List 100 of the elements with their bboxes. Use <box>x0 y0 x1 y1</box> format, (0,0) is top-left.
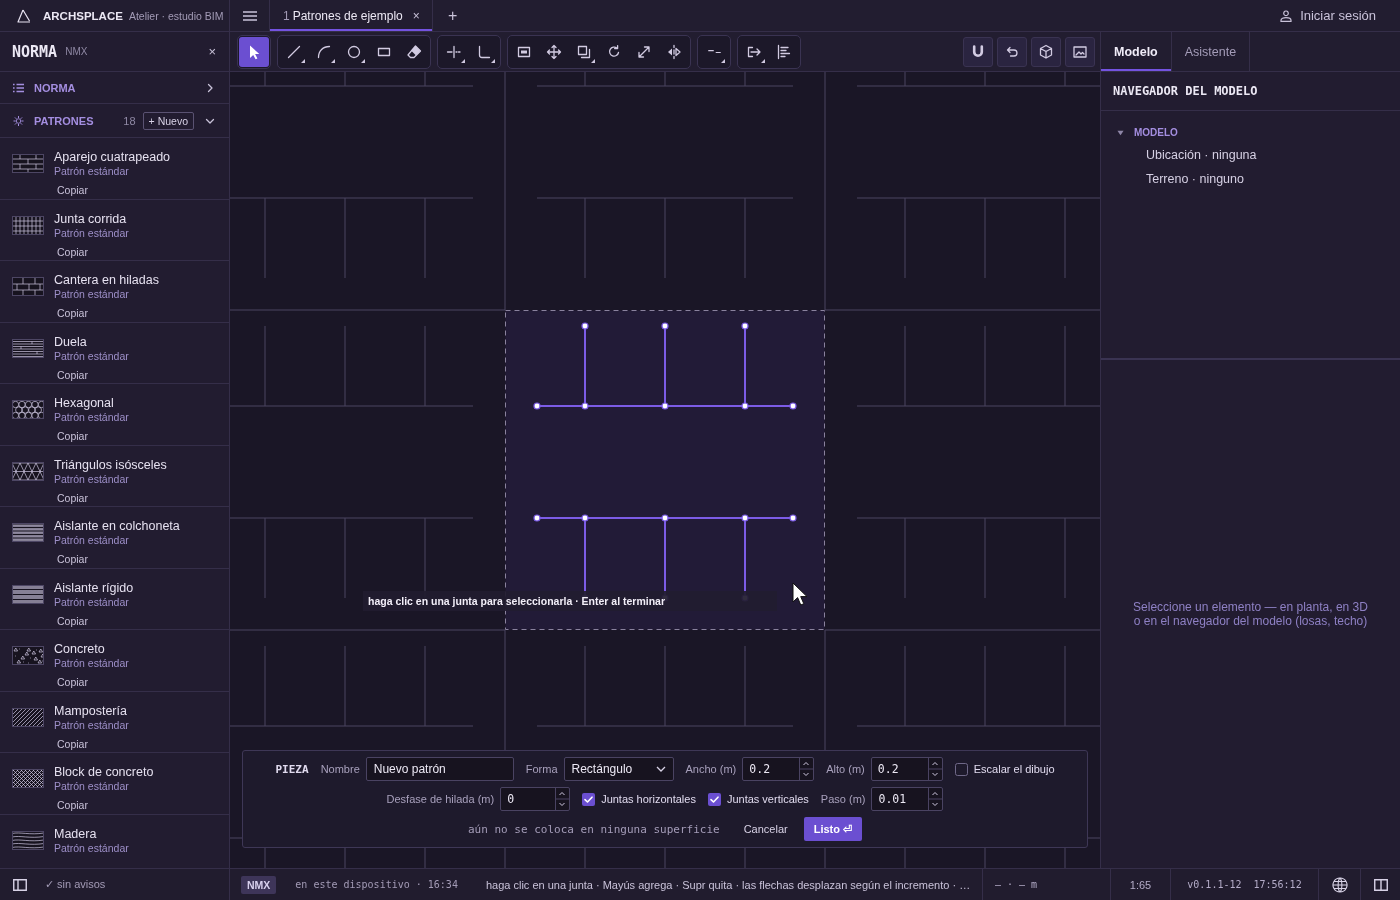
clock-label: 17:56:12 <box>1253 879 1302 890</box>
pattern-subtitle: Patrón estándar <box>54 226 129 240</box>
pattern-name[interactable]: Block de concreto <box>54 765 154 780</box>
checkbox-label: Escalar el dibujo <box>973 763 1055 775</box>
placement-status: aún no se coloca en ninguna superficie <box>467 822 720 836</box>
eraser-icon <box>406 43 422 60</box>
selected-tile[interactable] <box>505 310 825 630</box>
stepper-icon[interactable] <box>799 758 814 780</box>
new-pattern-button[interactable]: + Nuevo <box>142 111 194 130</box>
select-field[interactable]: Rectángulo <box>563 757 674 781</box>
field-label: Ancho (m) <box>685 763 737 775</box>
sign-in-button[interactable]: Iniciar sesión <box>1280 0 1376 31</box>
tree-item[interactable]: Ubicación · ninguna <box>1146 148 1257 162</box>
copy-button[interactable]: Copiar <box>54 736 91 751</box>
pattern-swatch-icon <box>12 769 44 788</box>
copy-button[interactable]: Copiar <box>54 244 91 259</box>
tree-node-label[interactable]: MODELO <box>1134 126 1178 138</box>
stepper-icon[interactable] <box>555 788 570 810</box>
field-label: Alto (m) <box>826 763 865 775</box>
pattern-name[interactable]: Aparejo cuatrapeado <box>54 150 171 165</box>
view-button[interactable] <box>997 36 1027 67</box>
pattern-name[interactable]: Duela <box>54 334 87 350</box>
rotate-icon <box>606 43 622 60</box>
pattern-subtitle: Patrón estándar <box>54 349 129 363</box>
pattern-subtitle: Patrón estándar <box>54 165 129 178</box>
user-icon <box>1280 9 1293 22</box>
pattern-name[interactable]: Junta corrida <box>54 211 127 227</box>
checkbox-label: Juntas verticales <box>726 793 809 805</box>
warnings-status: ✓ sin avisos <box>45 878 106 891</box>
brand-subtitle: Atelier · estudio BIM <box>128 9 224 22</box>
caret-icon[interactable] <box>1117 128 1124 136</box>
pattern-subtitle: Patrón estándar <box>54 472 129 486</box>
copy-button[interactable]: Copiar <box>54 552 91 566</box>
globe-icon[interactable] <box>1331 876 1348 893</box>
copy-button[interactable]: Copiar <box>54 183 91 197</box>
pattern-name[interactable]: Madera <box>54 826 97 842</box>
stepper-icon[interactable] <box>928 788 943 810</box>
panel-tab[interactable]: Modelo <box>1101 32 1172 71</box>
stepper-icon[interactable] <box>927 758 942 780</box>
pattern-name[interactable]: Cantera en hiladas <box>54 273 159 288</box>
view-button[interactable] <box>1065 36 1095 67</box>
checkbox-label: Juntas horizontales <box>601 793 696 805</box>
pattern-swatch-icon <box>12 584 44 604</box>
checkbox[interactable] <box>954 762 968 776</box>
pattern-name[interactable]: Concreto <box>54 642 105 657</box>
corner-icon <box>476 43 492 60</box>
panel-tab[interactable]: Asistente <box>1171 32 1251 71</box>
pattern-swatch-icon <box>12 277 44 296</box>
number-field[interactable]: 0.2 <box>870 757 943 781</box>
line-icon <box>286 43 302 60</box>
number-field[interactable]: 0.01 <box>871 787 944 811</box>
copy-button[interactable]: Copiar <box>54 675 91 689</box>
checkbox[interactable] <box>707 792 721 806</box>
pattern-subtitle: Patrón estándar <box>54 657 129 670</box>
number-field[interactable]: 0 <box>500 787 571 811</box>
standard-badge: NMX <box>241 875 277 894</box>
cursor-icon <box>792 582 808 607</box>
pattern-name[interactable]: Triángulos isósceles <box>54 457 167 473</box>
cancel-button[interactable]: Cancelar <box>739 817 792 841</box>
confirm-button[interactable]: Listo ⏎ <box>803 817 862 841</box>
text-field[interactable]: Nuevo patrón <box>365 757 514 781</box>
copy-button[interactable]: Copiar <box>54 613 91 628</box>
split-panel-icon[interactable] <box>1373 878 1388 891</box>
align-left-icon <box>776 43 792 60</box>
version-label: v0.1.1-12 <box>1187 879 1242 890</box>
close-button[interactable]: × <box>208 44 216 59</box>
close-tab-button[interactable]: × <box>412 8 420 23</box>
copy-button[interactable]: Copiar <box>54 490 91 505</box>
copy-button[interactable]: Copiar <box>54 429 91 443</box>
section-title[interactable]: PATRONES <box>34 114 94 127</box>
section-title[interactable]: NORMA <box>34 81 76 94</box>
pattern-name[interactable]: Mampostería <box>54 703 127 719</box>
tree-item[interactable]: Terreno · ninguno <box>1146 172 1244 186</box>
view-button[interactable] <box>1031 36 1061 67</box>
side-panel-icon[interactable] <box>13 878 27 891</box>
save-status: en este dispositivo · 16:34 <box>295 879 458 890</box>
move-arrows-icon <box>546 43 562 60</box>
cube-icon <box>1038 43 1054 60</box>
standard-code: NMX <box>65 46 88 57</box>
magnet-icon <box>970 43 986 60</box>
view-button[interactable] <box>963 36 993 67</box>
add-tab-button[interactable]: + <box>432 0 473 31</box>
copy-button[interactable]: Copiar <box>54 798 91 812</box>
field-label: Forma <box>525 763 558 775</box>
pattern-name[interactable]: Aislante en colchoneta <box>54 519 180 534</box>
split-cross-icon <box>446 43 462 60</box>
hint-text: haga clic en una junta · Mayús agrega · Supr quita · las flechas desplazan según el incremento · … <box>485 878 971 891</box>
pattern-swatch-icon <box>12 338 44 358</box>
caret-icon <box>655 766 666 772</box>
chevron-right-icon[interactable] <box>205 82 215 93</box>
pattern-name[interactable]: Hexagonal <box>54 396 114 411</box>
checkbox[interactable] <box>582 792 596 806</box>
field-label: Paso (m) <box>820 793 866 805</box>
image-icon <box>1072 43 1088 60</box>
copy-button[interactable]: Copiar <box>54 306 91 320</box>
copy-button[interactable]: Copiar <box>54 367 91 382</box>
pattern-name[interactable]: Aislante rígido <box>54 580 134 596</box>
document-tab[interactable]: 1 Patrones de ejemplo × <box>270 0 433 31</box>
field-label: Nombre <box>320 763 360 775</box>
number-field[interactable]: 0.2 <box>742 757 815 781</box>
